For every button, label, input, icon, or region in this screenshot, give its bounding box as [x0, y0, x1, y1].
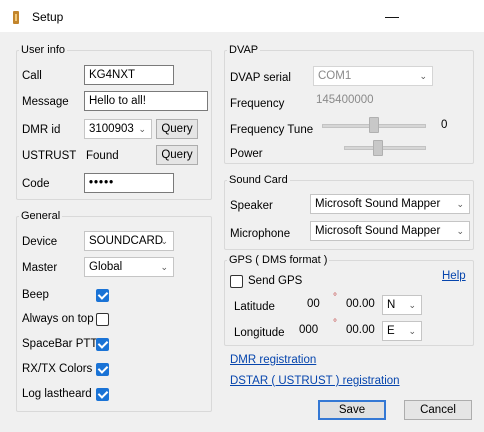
microphone-label: Microphone [230, 228, 291, 240]
power-slider[interactable] [373, 140, 383, 156]
code-input[interactable]: ••••• [84, 173, 174, 193]
frequency-tune-slider[interactable] [369, 117, 379, 133]
chevron-down-icon: ⌄ [408, 300, 416, 310]
chevron-down-icon: ⌄ [419, 71, 427, 81]
sound-card-legend: Sound Card [229, 174, 288, 186]
dstar-registration-link[interactable]: DSTAR ( USTRUST ) registration [230, 375, 400, 387]
speaker-value: Microsoft Sound Mapper [315, 198, 441, 210]
dmrid-label: DMR id [22, 124, 61, 136]
beep-checkbox[interactable] [96, 289, 109, 302]
longitude-label: Longitude [234, 327, 285, 339]
send-gps-label: Send GPS [248, 275, 303, 287]
ustrust-status: Found [86, 150, 119, 162]
speaker-label: Speaker [230, 200, 273, 212]
call-input[interactable]: KG4NXT [84, 65, 174, 85]
frequency-value: 145400000 [316, 94, 374, 106]
title-bar [0, 0, 484, 32]
latitude-label: Latitude [234, 301, 275, 313]
longitude-degree-mark: ° [333, 318, 337, 329]
dmrid-select[interactable]: 3100903 ⌄ [84, 119, 152, 139]
speaker-select[interactable]: Microsoft Sound Mapper ⌄ [310, 194, 470, 214]
gps-legend: GPS ( DMS format ) [229, 254, 328, 266]
spacebar-ptt-label: SpaceBar PTT [22, 338, 98, 350]
code-label: Code [22, 178, 50, 190]
power-label: Power [230, 148, 263, 160]
call-label: Call [22, 70, 42, 82]
beep-label: Beep [22, 289, 49, 301]
master-label: Master [22, 262, 58, 274]
log-lastheard-checkbox[interactable] [96, 388, 109, 401]
latitude-direction-value: N [387, 299, 396, 311]
user-info-legend: User info [21, 44, 66, 56]
window-title: Setup [32, 10, 64, 24]
latitude-degree-mark: ° [333, 292, 337, 303]
master-select[interactable]: Global ⌄ [84, 257, 174, 277]
always-on-top-checkbox[interactable] [96, 313, 109, 326]
always-on-top-label: Always on top [22, 313, 94, 325]
ustrust-label: USTRUST [22, 150, 77, 162]
rxtx-colors-label: RX/TX Colors [22, 363, 93, 375]
chevron-down-icon: ⌄ [456, 226, 464, 236]
frequency-tune-label: Frequency Tune [230, 124, 314, 136]
chevron-down-icon: ⌄ [160, 236, 168, 246]
dmrid-query-button[interactable]: Query [156, 119, 198, 139]
frequency-tune-value: 0 [441, 119, 448, 131]
dvap-serial-select[interactable]: COM1 ⌄ [313, 66, 433, 86]
dmr-registration-link[interactable]: DMR registration [230, 354, 316, 366]
send-gps-checkbox[interactable] [230, 275, 243, 288]
minimize-button[interactable]: — [380, 6, 404, 26]
device-select[interactable]: SOUNDCARD ⌄ [84, 231, 174, 251]
chevron-down-icon: ⌄ [408, 326, 416, 336]
save-button[interactable]: Save [318, 400, 386, 420]
message-label: Message [22, 96, 69, 108]
spacebar-ptt-checkbox[interactable] [96, 338, 109, 351]
log-lastheard-label: Log lastheard [22, 388, 92, 400]
longitude-direction-value: E [387, 325, 395, 337]
latitude-minutes-input[interactable]: 00.00 [342, 295, 382, 315]
longitude-degrees-input[interactable]: 000 [296, 321, 328, 341]
dvap-serial-value: COM1 [318, 70, 352, 82]
cancel-button[interactable]: Cancel [404, 400, 472, 420]
dvap-legend: DVAP [229, 44, 259, 56]
app-icon [13, 11, 19, 24]
ustrust-query-button[interactable]: Query [156, 145, 198, 165]
longitude-direction-select[interactable]: E ⌄ [382, 321, 422, 341]
device-label: Device [22, 236, 58, 248]
longitude-minutes-input[interactable]: 00.00 [342, 321, 382, 341]
latitude-degrees-input[interactable]: 00 [304, 295, 328, 315]
latitude-direction-select[interactable]: N ⌄ [382, 295, 422, 315]
device-value: SOUNDCARD [89, 235, 164, 247]
rxtx-colors-checkbox[interactable] [96, 363, 109, 376]
frequency-label: Frequency [230, 98, 285, 110]
microphone-value: Microsoft Sound Mapper [315, 225, 441, 237]
chevron-down-icon: ⌄ [160, 262, 168, 272]
dmrid-value: 3100903 [89, 123, 134, 135]
dvap-serial-label: DVAP serial [230, 72, 291, 84]
power-slider-track [344, 146, 426, 150]
master-value: Global [89, 261, 123, 273]
microphone-select[interactable]: Microsoft Sound Mapper ⌄ [310, 221, 470, 241]
chevron-down-icon: ⌄ [138, 124, 146, 134]
chevron-down-icon: ⌄ [456, 199, 464, 209]
gps-help-link[interactable]: Help [442, 270, 466, 282]
general-legend: General [21, 210, 61, 222]
message-input[interactable]: Hello to all! [84, 91, 208, 111]
